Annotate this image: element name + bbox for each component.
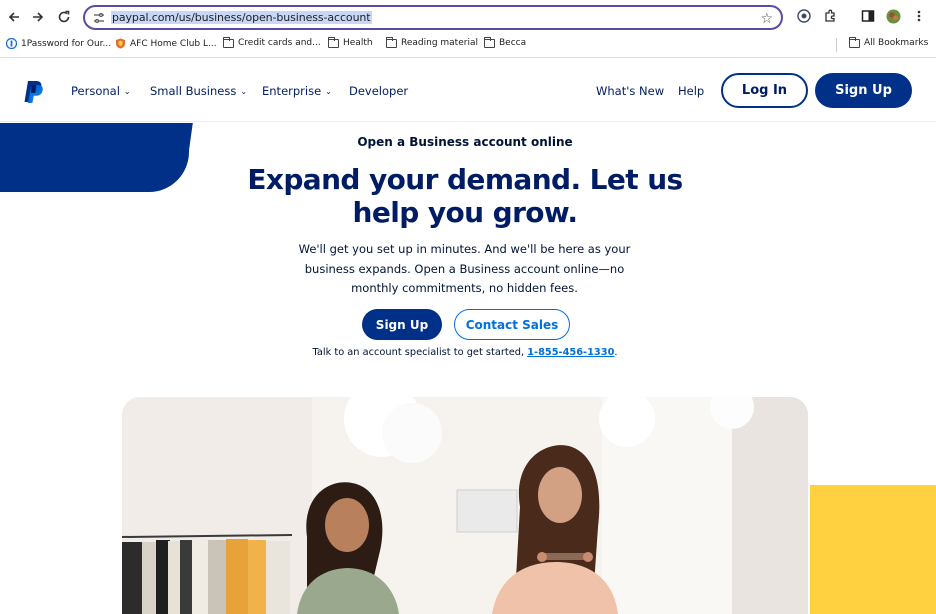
menu-small-business[interactable]: Small Business ⌄	[150, 84, 247, 98]
url-text[interactable]: paypal.com/us/business/open-business-acc…	[111, 11, 372, 24]
whats-new-link[interactable]: What's New	[596, 84, 664, 98]
folder-icon	[328, 36, 339, 48]
hero-description: We'll get you set up in minutes. And we'…	[298, 242, 631, 295]
site-settings-icon[interactable]	[91, 10, 107, 26]
chevron-down-icon: ⌄	[325, 86, 332, 96]
profile-avatar[interactable]	[885, 8, 901, 24]
shield-logo-icon	[115, 38, 126, 49]
google-lens-icon[interactable]	[796, 8, 812, 24]
bookmark-afc-home-club[interactable]: AFC Home Club L...	[115, 38, 217, 49]
address-bar[interactable]: paypal.com/us/business/open-business-acc…	[83, 5, 783, 30]
folder-icon	[849, 36, 860, 48]
hero-eyebrow: Open a Business account online	[357, 135, 573, 149]
forward-icon[interactable]	[27, 6, 49, 28]
extensions-icon[interactable]	[822, 8, 838, 24]
menu-enterprise[interactable]: Enterprise ⌄	[262, 84, 332, 98]
bookmark-becca[interactable]: Becca	[484, 36, 526, 48]
browser-menu-icon[interactable]	[911, 8, 927, 24]
back-icon[interactable]	[3, 6, 25, 28]
talk-to-specialist-text: Talk to an account specialist to get sta…	[312, 347, 618, 358]
menu-developer[interactable]: Developer	[349, 84, 408, 98]
paypal-logo-icon[interactable]	[22, 80, 44, 104]
bookmark-health[interactable]: Health	[328, 36, 373, 48]
folder-icon	[484, 36, 495, 48]
contact-sales-button[interactable]: Contact Sales	[454, 309, 570, 340]
signup-button-hero[interactable]: Sign Up	[362, 309, 442, 340]
login-button[interactable]: Log In	[721, 73, 808, 108]
decorative-yellow-block	[810, 485, 936, 614]
phone-link[interactable]: 1-855-456-1330	[527, 347, 614, 358]
bookmark-1password[interactable]: 1Password for Our...	[5, 37, 111, 50]
bookmark-credit-cards[interactable]: Credit cards and...	[223, 36, 321, 48]
bookmark-star-icon[interactable]: ☆	[760, 10, 773, 27]
site-header: Personal ⌄ Small Business ⌄ Enterprise ⌄ De…	[0, 58, 936, 122]
bookmark-reading-material[interactable]: Reading material	[386, 36, 478, 48]
onepassword-icon	[5, 37, 18, 50]
signup-button-header[interactable]: Sign Up	[815, 73, 912, 108]
folder-icon	[386, 36, 397, 48]
bookmarks-bar: 1Password for Our... AFC Home Club L... …	[0, 34, 936, 56]
menu-personal[interactable]: Personal ⌄	[71, 84, 131, 98]
folder-icon	[223, 36, 234, 48]
browser-toolbar: paypal.com/us/business/open-business-acc…	[0, 0, 936, 34]
hero-photo	[122, 397, 808, 614]
hero-headline: Expand your demand. Let us help you grow…	[247, 163, 683, 229]
chevron-down-icon: ⌄	[123, 86, 131, 96]
bookmarks-divider	[836, 38, 837, 52]
help-link[interactable]: Help	[678, 84, 704, 98]
side-panel-icon[interactable]	[860, 8, 876, 24]
chevron-down-icon: ⌄	[240, 86, 248, 96]
all-bookmarks[interactable]: All Bookmarks	[849, 36, 928, 48]
reload-icon[interactable]	[53, 6, 75, 28]
